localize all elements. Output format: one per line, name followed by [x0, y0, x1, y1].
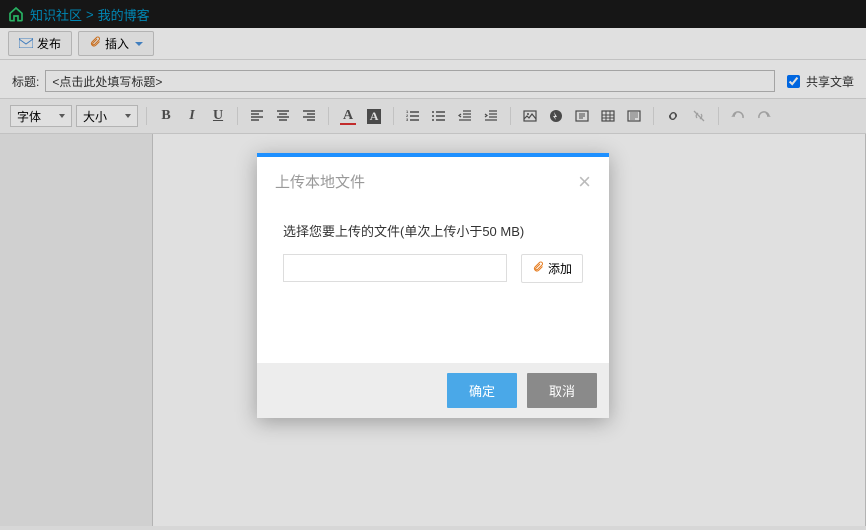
modal-overlay: 上传本地文件 × 选择您要上传的文件(单次上传小于50 MB) 添加 确定 取消	[0, 0, 866, 530]
upload-file-modal: 上传本地文件 × 选择您要上传的文件(单次上传小于50 MB) 添加 确定 取消	[257, 153, 609, 418]
cancel-button[interactable]: 取消	[527, 373, 597, 408]
ok-button[interactable]: 确定	[447, 373, 517, 408]
modal-body: 选择您要上传的文件(单次上传小于50 MB) 添加	[257, 203, 609, 363]
modal-title: 上传本地文件	[275, 171, 365, 192]
paperclip-icon	[532, 260, 544, 277]
add-file-button[interactable]: 添加	[521, 254, 583, 283]
file-input-row: 添加	[283, 254, 583, 283]
modal-footer: 确定 取消	[257, 363, 609, 418]
modal-header: 上传本地文件 ×	[257, 157, 609, 203]
add-file-label: 添加	[548, 260, 572, 277]
close-icon[interactable]: ×	[578, 171, 591, 193]
modal-instruction: 选择您要上传的文件(单次上传小于50 MB)	[283, 221, 583, 240]
file-path-input[interactable]	[283, 254, 507, 282]
